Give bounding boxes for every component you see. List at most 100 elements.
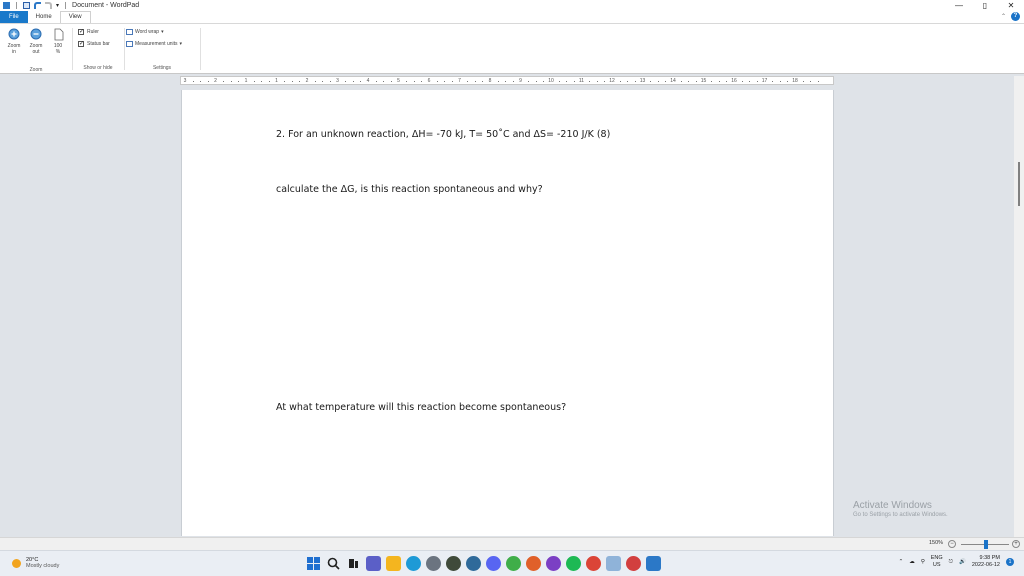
ruler-number: 13: [639, 78, 646, 84]
chat-icon[interactable]: [366, 556, 381, 571]
minimize-button[interactable]: —: [946, 0, 972, 11]
maximize-button[interactable]: ▯: [972, 0, 998, 11]
show-hide-group-label: Show or hide: [83, 65, 113, 71]
document-page[interactable]: 2. For an unknown reaction, ΔH= -70 kJ, …: [181, 90, 834, 536]
close-button[interactable]: ✕: [998, 0, 1024, 11]
ruler-tick: [497, 81, 499, 82]
location-icon[interactable]: ⚲: [921, 559, 925, 565]
app-icon-7[interactable]: [626, 556, 641, 571]
app-icon-2[interactable]: [446, 556, 461, 571]
ruler[interactable]: 3 2 1 1 2 3 4 5 6 7 8 9 10 11 12 13 14 15 16 17 18: [180, 76, 834, 85]
undo-icon[interactable]: [34, 2, 41, 9]
activate-windows-watermark: Activate Windows Go to Settings to activ…: [853, 500, 948, 518]
zoom-out-button[interactable]: Zoom out: [26, 28, 46, 55]
chevron-up-icon[interactable]: ⌃: [899, 559, 904, 565]
ruler-tick: [284, 81, 286, 82]
zoom-100-button[interactable]: 100 %: [48, 28, 68, 55]
app-icon-1[interactable]: [426, 556, 441, 571]
window-controls: — ▯ ✕: [946, 0, 1024, 11]
vertical-scrollbar[interactable]: [1014, 76, 1024, 538]
volume-icon[interactable]: 🔊: [959, 559, 966, 565]
word-wrap-dropdown[interactable]: Word wrap ▾: [126, 29, 164, 35]
ribbon-tabs: File Home View ⌃ ?: [0, 11, 1024, 23]
ruler-tick: [779, 81, 781, 82]
ruler-tick: [207, 81, 209, 82]
app-icon-3[interactable]: [466, 556, 481, 571]
app-icon-4[interactable]: [506, 556, 521, 571]
ruler-tick: [436, 81, 438, 82]
group-divider: [72, 28, 73, 70]
ribbon-view-panel: Zoom in Zoom out 100 % Zoom ✓ Ruler ✓ St…: [0, 23, 1024, 74]
ruler-tick: [474, 81, 476, 82]
zoom-group-label: Zoom: [29, 67, 43, 73]
zoom-in-button[interactable]: Zoom in: [4, 28, 24, 55]
tab-home[interactable]: Home: [28, 11, 60, 23]
zoom-out-minus-button[interactable]: −: [948, 540, 956, 548]
zoom-out-label-2: out: [32, 49, 40, 55]
ruler-tick: [268, 81, 270, 82]
question-line-3: At what temperature will this reaction b…: [276, 402, 567, 413]
ruler-tick: [627, 81, 629, 82]
ruler-tick: [329, 81, 331, 82]
ruler-tick: [787, 81, 789, 82]
app-icon-6[interactable]: [546, 556, 561, 571]
ruler-tick: [596, 81, 598, 82]
ruler-checkbox[interactable]: ✓ Ruler: [78, 29, 99, 35]
task-view-icon[interactable]: [346, 556, 361, 571]
language-indicator[interactable]: ENG US: [931, 555, 943, 569]
app-icon-5[interactable]: [526, 556, 541, 571]
notification-badge[interactable]: 1: [1006, 558, 1014, 566]
customize-qat-icon[interactable]: ▾: [56, 2, 59, 9]
ruler-tick: [375, 81, 377, 82]
redo-icon[interactable]: [45, 2, 52, 9]
zoom-percentage: 150%: [929, 540, 944, 546]
ruler-number: 2: [214, 78, 217, 84]
onedrive-icon[interactable]: ☁: [909, 559, 915, 565]
ruler-tick: [756, 81, 758, 82]
chrome-icon[interactable]: [586, 556, 601, 571]
ruler-number: 9: [519, 78, 522, 84]
page-icon: [52, 28, 65, 41]
zoom-in-label-2: in: [12, 49, 16, 55]
network-icon[interactable]: ⎋: [949, 559, 953, 566]
ruler-tick: [345, 81, 347, 82]
tab-file[interactable]: File: [0, 11, 28, 23]
scrollbar-thumb[interactable]: [1018, 162, 1020, 206]
measurement-units-icon: [126, 41, 133, 47]
wordpad-app-icon[interactable]: [3, 2, 10, 9]
ruler-tick: [238, 81, 240, 82]
help-icon[interactable]: ?: [1011, 12, 1020, 21]
tab-view[interactable]: View: [59, 11, 91, 23]
discord-icon[interactable]: [486, 556, 501, 571]
search-icon[interactable]: [326, 556, 341, 571]
ruler-tick: [726, 81, 728, 82]
chevron-down-icon: ▾: [179, 41, 183, 47]
status-bar-checkbox[interactable]: ✓ Status bar: [78, 41, 110, 47]
ruler-number: 11: [578, 78, 585, 84]
minimize-ribbon-icon[interactable]: ⌃: [1001, 13, 1006, 20]
zoom-in-plus-button[interactable]: +: [1012, 540, 1020, 548]
ruler-number: 6: [427, 78, 431, 84]
edge-icon[interactable]: [406, 556, 421, 571]
ruler-tick: [360, 81, 362, 82]
ruler-number: 4: [366, 78, 370, 84]
group-divider: [124, 28, 125, 70]
windows-start-icon[interactable]: [306, 556, 321, 571]
zoom-slider-thumb[interactable]: [984, 540, 988, 549]
ruler-tick: [200, 81, 202, 82]
weather-sun-cloud-icon: [12, 558, 21, 568]
ruler-number: 15: [700, 78, 707, 84]
language-code: ENG: [930, 555, 943, 561]
file-explorer-icon[interactable]: [386, 556, 401, 571]
photos-icon[interactable]: [606, 556, 621, 571]
ruler-tick: [528, 81, 530, 82]
measurement-units-dropdown[interactable]: Measurement units ▾: [126, 41, 182, 47]
save-icon[interactable]: [23, 2, 30, 9]
ruler-tick: [711, 81, 713, 82]
ruler-tick: [749, 81, 751, 82]
clock[interactable]: 9:38 PM 2022-06-12: [972, 555, 1000, 569]
weather-widget[interactable]: 20°C Mostly cloudy: [12, 557, 59, 569]
wordpad-icon[interactable]: [646, 556, 661, 571]
spotify-icon[interactable]: [566, 556, 581, 571]
ruler-tick: [467, 81, 469, 82]
